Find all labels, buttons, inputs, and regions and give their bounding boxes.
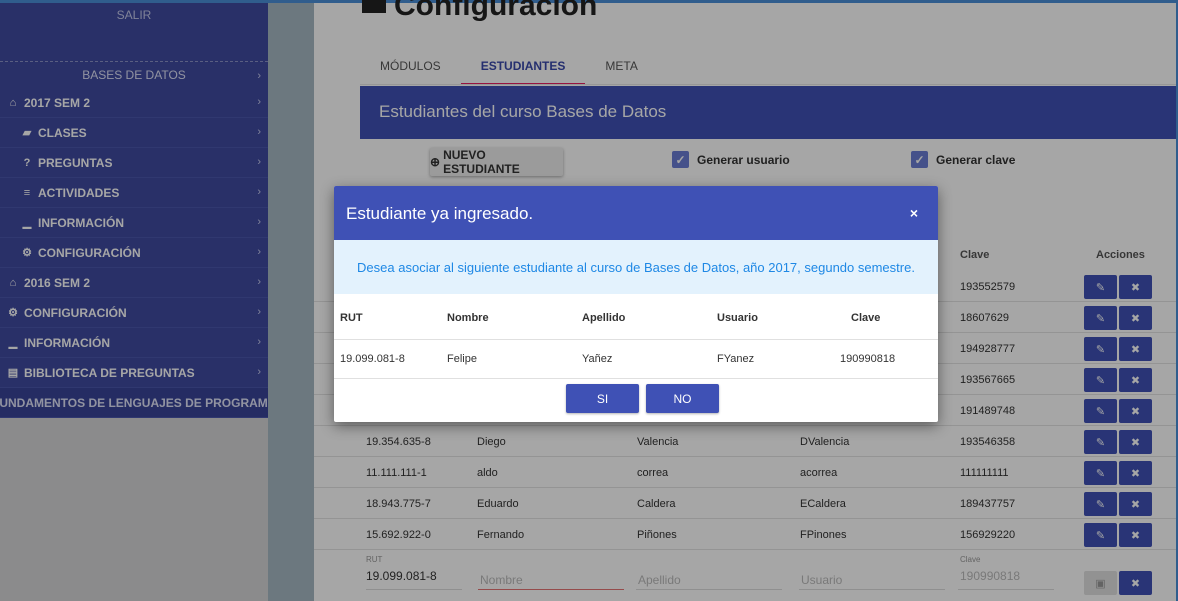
dialog-cell-apellido: Yañez (582, 353, 613, 365)
dialog-header: Estudiante ya ingresado. × (334, 186, 938, 240)
dialog-message: Desea asociar al siguiente estudiante al… (334, 240, 938, 294)
dialog-cell-rut: 19.099.081-8 (340, 353, 405, 365)
student-exists-dialog: Estudiante ya ingresado. × Desea asociar… (334, 186, 938, 422)
yes-button[interactable]: SI (566, 384, 639, 413)
close-icon[interactable]: × (910, 205, 918, 221)
dialog-header-rut: RUT (340, 312, 363, 324)
dialog-header-usuario: Usuario (717, 312, 758, 324)
dialog-cell-nombre: Felipe (447, 353, 477, 365)
dialog-header-apellido: Apellido (582, 312, 626, 324)
dialog-title: Estudiante ya ingresado. (346, 204, 534, 223)
dialog-cell-clave: 190990818 (840, 353, 896, 365)
dialog-cell-usuario: FYanez (717, 353, 755, 365)
dialog-header-nombre: Nombre (447, 312, 489, 324)
divider (334, 339, 938, 340)
divider (334, 378, 938, 379)
dialog-header-clave: Clave (851, 312, 881, 324)
no-button[interactable]: NO (646, 384, 719, 413)
